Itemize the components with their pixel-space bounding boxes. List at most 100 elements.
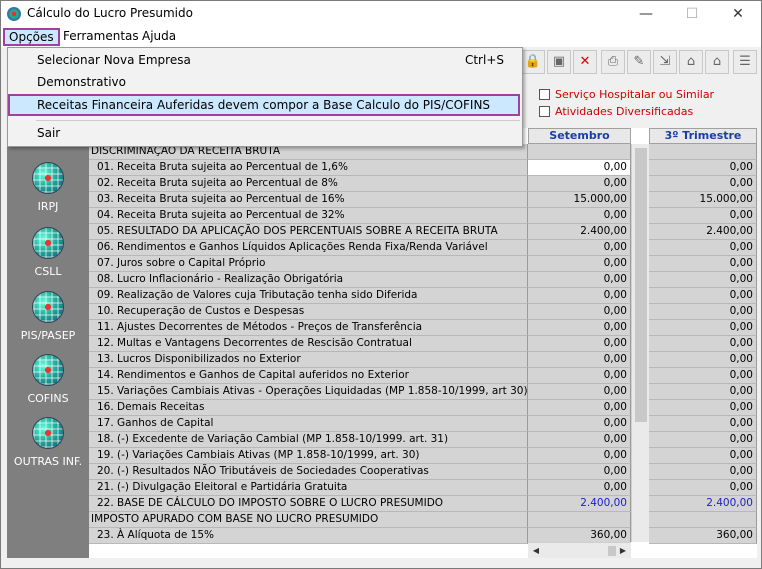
table-row: 12. Multas e Vantagens Decorrentes de Re… bbox=[89, 336, 757, 352]
globe-icon bbox=[32, 227, 64, 259]
month-value-cell[interactable]: 0,00 bbox=[528, 304, 631, 320]
row-description: IMPOSTO APURADO COM BASE NO LUCRO PRESUM… bbox=[89, 512, 528, 528]
month-value-cell[interactable]: 0,00 bbox=[528, 448, 631, 464]
table-row: 13. Lucros Disponibilizados no Exterior 0… bbox=[89, 352, 757, 368]
month-value-cell[interactable]: 0,00 bbox=[528, 416, 631, 432]
menu-item-demonstrativo[interactable]: Demonstrativo bbox=[8, 71, 522, 93]
month-value-cell[interactable]: 0,00 bbox=[528, 400, 631, 416]
menu-bar: Opções Ferramentas Ajuda bbox=[1, 27, 761, 47]
table-row: 09. Realização de Valores cuja Tributaçã… bbox=[89, 288, 757, 304]
row-description: 09. Realização de Valores cuja Tributaçã… bbox=[89, 288, 528, 304]
menu-item-label: Selecionar Nova Empresa bbox=[37, 53, 191, 67]
house-icon[interactable]: ⌂ bbox=[679, 50, 703, 74]
month-value-cell[interactable]: 15.000,00 bbox=[528, 192, 631, 208]
table-row: 03. Receita Bruta sujeita ao Percentual … bbox=[89, 192, 757, 208]
menu-separator bbox=[36, 120, 520, 121]
print-icon[interactable]: ⎙ bbox=[601, 50, 625, 74]
month-value-cell[interactable]: 0,00 bbox=[528, 208, 631, 224]
quarter-value-cell: 0,00 bbox=[649, 464, 757, 480]
lock-icon[interactable]: 🔒 bbox=[521, 50, 545, 74]
quarter-value-cell: 0,00 bbox=[649, 352, 757, 368]
month-value-cell[interactable]: 0,00 bbox=[528, 464, 631, 480]
month-value-cell[interactable] bbox=[528, 144, 631, 160]
quarter-value-cell: 0,00 bbox=[649, 448, 757, 464]
menu-item-receitas-financeiras[interactable]: Receitas Financeira Auferidas devem comp… bbox=[8, 94, 520, 116]
quarter-value-cell: 0,00 bbox=[649, 160, 757, 176]
quarter-value-cell: 0,00 bbox=[649, 416, 757, 432]
menu-opcoes[interactable]: Opções bbox=[3, 28, 60, 46]
globe-icon bbox=[32, 417, 64, 449]
month-value-cell[interactable]: 0,00 bbox=[528, 240, 631, 256]
quarter-value-cell: 360,00 bbox=[649, 528, 757, 544]
menu-ajuda[interactable]: Ajuda bbox=[138, 28, 180, 46]
scroll-left-icon[interactable]: ◀ bbox=[529, 545, 543, 557]
row-description: 19. (-) Variações Cambiais Ativas (MP 1.… bbox=[89, 448, 528, 464]
sidebar-item-label: OUTRAS INF. bbox=[13, 455, 83, 468]
row-description: 13. Lucros Disponibilizados no Exterior bbox=[89, 352, 528, 368]
menu-item-sair[interactable]: Sair bbox=[8, 122, 522, 144]
sidebar-item-cofins[interactable]: COFINS bbox=[7, 350, 89, 412]
maximize-button[interactable]: ☐ bbox=[669, 1, 715, 27]
quarter-value-cell: 0,00 bbox=[649, 208, 757, 224]
quarter-value-cell: 0,00 bbox=[649, 240, 757, 256]
quarter-value-cell: 0,00 bbox=[649, 368, 757, 384]
activity-filters: Serviço Hospitalar ou Similar Atividades… bbox=[533, 85, 755, 123]
month-value-cell[interactable]: 0,00 bbox=[528, 256, 631, 272]
row-description: 18. (-) Excedente de Variação Cambial (M… bbox=[89, 432, 528, 448]
row-description: 08. Lucro Inflacionário - Realização Obr… bbox=[89, 272, 528, 288]
window-title: Cálculo do Lucro Presumido bbox=[27, 6, 193, 20]
month-value-cell[interactable]: 0,00 bbox=[528, 272, 631, 288]
month-value-cell[interactable]: 2.400,00 bbox=[528, 224, 631, 240]
quarter-value-cell: 0,00 bbox=[649, 288, 757, 304]
table-row: 20. (-) Resultados NÃO Tributáveis de So… bbox=[89, 464, 757, 480]
month-value-cell[interactable]: 0,00 bbox=[528, 160, 631, 176]
servico-hospitalar-checkbox[interactable] bbox=[539, 89, 550, 100]
sidebar-item-csll[interactable]: CSLL bbox=[7, 223, 89, 285]
atividades-diversificadas-checkbox[interactable] bbox=[539, 106, 550, 117]
menu-item-label: Sair bbox=[37, 126, 61, 140]
table-row: 22. BASE DE CÁLCULO DO IMPOSTO SOBRE O L… bbox=[89, 496, 757, 512]
vertical-scrollbar[interactable] bbox=[631, 144, 649, 542]
month-value-cell[interactable]: 0,00 bbox=[528, 288, 631, 304]
globe-icon bbox=[32, 354, 64, 386]
sidebar-item-irpj[interactable]: IRPJ bbox=[7, 158, 89, 220]
scrollbar-thumb[interactable] bbox=[608, 546, 616, 556]
row-description: 23. À Alíquota de 15% bbox=[89, 528, 528, 544]
scroll-right-icon[interactable]: ▶ bbox=[616, 545, 630, 557]
month-value-cell[interactable]: 0,00 bbox=[528, 176, 631, 192]
sidebar-item-outras-inf[interactable]: OUTRAS INF. bbox=[7, 413, 89, 475]
month-value-cell[interactable]: 0,00 bbox=[528, 320, 631, 336]
month-value-cell[interactable]: 2.400,00 bbox=[528, 496, 631, 512]
row-description: 03. Receita Bruta sujeita ao Percentual … bbox=[89, 192, 528, 208]
list-icon[interactable]: ☰ bbox=[733, 50, 757, 74]
month-value-cell[interactable] bbox=[528, 512, 631, 528]
scrollbar-thumb[interactable] bbox=[635, 148, 647, 422]
row-description: 20. (-) Resultados NÃO Tributáveis de So… bbox=[89, 464, 528, 480]
table-row: 16. Demais Receitas 0,00 0,00 bbox=[89, 400, 757, 416]
month-value-cell[interactable]: 0,00 bbox=[528, 432, 631, 448]
close-button[interactable]: ✕ bbox=[715, 1, 761, 27]
quarter-value-cell: 0,00 bbox=[649, 480, 757, 496]
minimize-button[interactable]: — bbox=[623, 1, 669, 27]
wrench-icon[interactable]: ✎ bbox=[627, 50, 651, 74]
delete-icon[interactable]: ✕ bbox=[573, 50, 597, 74]
table-row: 05. RESULTADO DA APLICAÇÃO DOS PERCENTUA… bbox=[89, 224, 757, 240]
table-row: 21. (-) Divulgação Eleitoral e Partidári… bbox=[89, 480, 757, 496]
sidebar-item-pis-pasep[interactable]: PIS/PASEP bbox=[7, 287, 89, 349]
horizontal-scrollbar[interactable]: ◀ ▶ bbox=[528, 542, 631, 558]
month-value-cell[interactable]: 0,00 bbox=[528, 384, 631, 400]
row-description: 17. Ganhos de Capital bbox=[89, 416, 528, 432]
row-description: 06. Rendimentos e Ganhos Líquidos Aplica… bbox=[89, 240, 528, 256]
menu-ferramentas[interactable]: Ferramentas bbox=[59, 28, 143, 46]
month-value-cell[interactable]: 0,00 bbox=[528, 352, 631, 368]
month-value-cell[interactable]: 0,00 bbox=[528, 368, 631, 384]
house-icon-2[interactable]: ⌂ bbox=[705, 50, 729, 74]
save-icon[interactable]: ▣ bbox=[547, 50, 571, 74]
export-icon[interactable]: ⇲ bbox=[653, 50, 677, 74]
table-row: 01. Receita Bruta sujeita ao Percentual … bbox=[89, 160, 757, 176]
row-description: 22. BASE DE CÁLCULO DO IMPOSTO SOBRE O L… bbox=[89, 496, 528, 512]
month-value-cell[interactable]: 0,00 bbox=[528, 336, 631, 352]
quarter-value-cell: 0,00 bbox=[649, 336, 757, 352]
menu-item-select-company[interactable]: Selecionar Nova Empresa Ctrl+S bbox=[8, 49, 522, 71]
month-value-cell[interactable]: 0,00 bbox=[528, 480, 631, 496]
